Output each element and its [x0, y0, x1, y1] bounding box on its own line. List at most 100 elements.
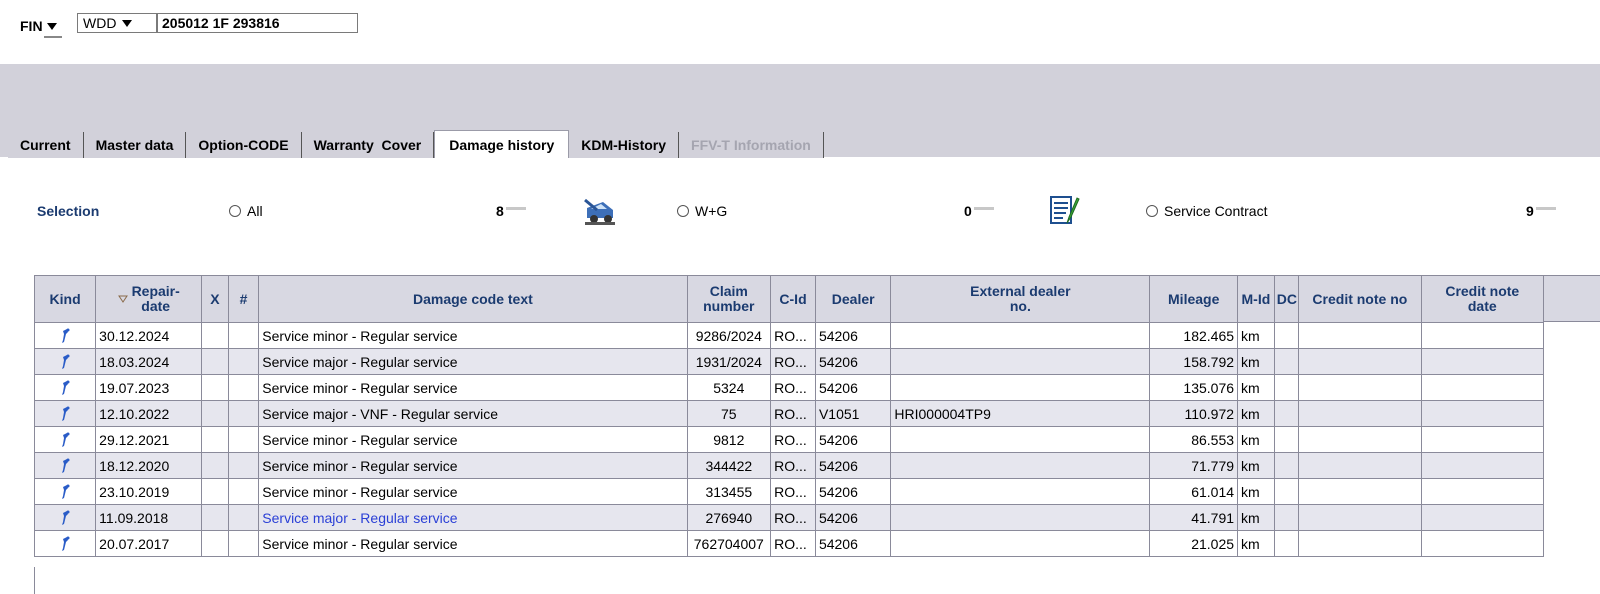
dc-cell[interactable] — [1273, 426, 1300, 453]
damage-code-text-cell[interactable]: Service minor - Regular service — [258, 374, 688, 401]
kind-cell[interactable] — [33, 530, 97, 557]
x-cell[interactable] — [201, 504, 229, 531]
claim-number-cell[interactable]: 9812 — [686, 426, 772, 453]
col-repair-date[interactable]: Repair- date — [95, 275, 203, 323]
credit-note-date-cell[interactable] — [1420, 400, 1545, 427]
credit-note-no-cell[interactable] — [1298, 374, 1422, 401]
c-id-cell[interactable]: RO... — [770, 504, 816, 531]
damage-code-text-cell[interactable]: Service minor - Regular service — [258, 426, 688, 453]
c-id-cell[interactable]: RO... — [770, 400, 816, 427]
tab-warranty-cover[interactable]: Warranty Cover — [301, 132, 435, 158]
dc-cell[interactable] — [1273, 348, 1300, 375]
damage-code-text-cell[interactable]: Service minor - Regular service — [258, 530, 688, 557]
col-damage-code-text[interactable]: Damage code text — [258, 275, 688, 323]
external-dealer-cell[interactable] — [890, 452, 1151, 479]
m-id-cell[interactable]: km — [1237, 452, 1275, 479]
credit-note-date-cell[interactable] — [1420, 478, 1545, 505]
credit-note-no-cell[interactable] — [1298, 348, 1422, 375]
table-row[interactable]: 20.07.2017 Service minor - Regular servic… — [33, 530, 1545, 557]
m-id-cell[interactable]: km — [1237, 400, 1275, 427]
c-id-cell[interactable]: RO... — [770, 452, 816, 479]
col-dc[interactable]: DC — [1273, 275, 1300, 323]
number-cell[interactable] — [227, 348, 260, 375]
mileage-cell[interactable]: 110.972 — [1149, 400, 1239, 427]
col-dealer[interactable]: Dealer — [814, 275, 892, 323]
number-cell[interactable] — [227, 374, 260, 401]
col-claim-number[interactable]: Claim number — [686, 275, 772, 323]
mileage-cell[interactable]: 41.791 — [1149, 504, 1239, 531]
claim-number-cell[interactable]: 762704007 — [686, 530, 772, 557]
dc-cell[interactable] — [1273, 400, 1300, 427]
credit-note-date-cell[interactable] — [1420, 322, 1545, 349]
damage-code-text-cell[interactable]: Service minor - Regular service — [258, 478, 688, 505]
mileage-cell[interactable]: 86.553 — [1149, 426, 1239, 453]
claim-number-cell[interactable]: 276940 — [686, 504, 772, 531]
x-cell[interactable] — [201, 348, 229, 375]
radio-circle[interactable] — [677, 205, 689, 217]
fin-input[interactable]: 205012 1F 293816 — [157, 13, 358, 33]
damage-code-text-cell[interactable]: Service major - Regular service — [258, 348, 688, 375]
credit-note-date-cell[interactable] — [1420, 348, 1545, 375]
mileage-cell[interactable]: 182.465 — [1149, 322, 1239, 349]
repair-date-cell[interactable]: 11.09.2018 — [95, 504, 203, 531]
dc-cell[interactable] — [1273, 322, 1300, 349]
repair-date-cell[interactable]: 12.10.2022 — [95, 400, 203, 427]
radio-circle[interactable] — [229, 205, 241, 217]
dealer-cell[interactable]: 54206 — [814, 322, 892, 349]
m-id-cell[interactable]: km — [1237, 530, 1275, 557]
repair-date-cell[interactable]: 19.07.2023 — [95, 374, 203, 401]
table-row[interactable]: 18.12.2020 Service minor - Regular servic… — [33, 452, 1545, 479]
number-cell[interactable] — [227, 322, 260, 349]
claim-number-cell[interactable]: 75 — [686, 400, 772, 427]
dealer-cell[interactable]: 54206 — [814, 504, 892, 531]
dealer-cell[interactable]: 54206 — [814, 374, 892, 401]
external-dealer-cell[interactable] — [890, 348, 1151, 375]
credit-note-no-cell[interactable] — [1298, 504, 1422, 531]
col-m-id[interactable]: M-Id — [1237, 275, 1275, 323]
dc-cell[interactable] — [1273, 374, 1300, 401]
col-external-dealer-no[interactable]: External dealer no. — [890, 275, 1151, 323]
mileage-cell[interactable]: 135.076 — [1149, 374, 1239, 401]
repair-date-cell[interactable]: 18.12.2020 — [95, 452, 203, 479]
m-id-cell[interactable]: km — [1237, 426, 1275, 453]
kind-cell[interactable] — [33, 426, 97, 453]
external-dealer-cell[interactable]: HRI000004TP9 — [890, 400, 1151, 427]
kind-cell[interactable] — [33, 504, 97, 531]
number-cell[interactable] — [227, 504, 260, 531]
damage-code-text-cell[interactable]: Service minor - Regular service — [258, 452, 688, 479]
radio-wg[interactable]: W+G — [677, 203, 727, 219]
dealer-cell[interactable]: 54206 — [814, 478, 892, 505]
credit-note-no-cell[interactable] — [1298, 478, 1422, 505]
dc-cell[interactable] — [1273, 504, 1300, 531]
radio-all[interactable]: All — [229, 203, 263, 219]
x-cell[interactable] — [201, 322, 229, 349]
number-cell[interactable] — [227, 478, 260, 505]
external-dealer-cell[interactable] — [890, 530, 1151, 557]
mileage-cell[interactable]: 61.014 — [1149, 478, 1239, 505]
table-row[interactable]: 18.03.2024 Service major - Regular servic… — [33, 348, 1545, 375]
dealer-cell[interactable]: 54206 — [814, 452, 892, 479]
number-cell[interactable] — [227, 452, 260, 479]
external-dealer-cell[interactable] — [890, 322, 1151, 349]
radio-service-contract[interactable]: Service Contract — [1146, 203, 1267, 219]
table-row[interactable]: 30.12.2024 Service minor - Regular servic… — [33, 322, 1545, 349]
col-kind[interactable]: Kind — [33, 275, 97, 323]
c-id-cell[interactable]: RO... — [770, 530, 816, 557]
claim-number-cell[interactable]: 344422 — [686, 452, 772, 479]
table-row[interactable]: 12.10.2022 Service major - VNF - Regular … — [33, 400, 1545, 427]
kind-cell[interactable] — [33, 452, 97, 479]
kind-cell[interactable] — [33, 400, 97, 427]
external-dealer-cell[interactable] — [890, 374, 1151, 401]
dealer-cell[interactable]: 54206 — [814, 426, 892, 453]
number-cell[interactable] — [227, 530, 260, 557]
x-cell[interactable] — [201, 400, 229, 427]
damage-code-text-cell[interactable]: Service major - Regular service — [258, 504, 688, 531]
mileage-cell[interactable]: 71.779 — [1149, 452, 1239, 479]
credit-note-no-cell[interactable] — [1298, 452, 1422, 479]
x-cell[interactable] — [201, 530, 229, 557]
credit-note-date-cell[interactable] — [1420, 530, 1545, 557]
m-id-cell[interactable]: km — [1237, 348, 1275, 375]
dc-cell[interactable] — [1273, 530, 1300, 557]
dealer-cell[interactable]: V1051 — [814, 400, 892, 427]
number-cell[interactable] — [227, 426, 260, 453]
